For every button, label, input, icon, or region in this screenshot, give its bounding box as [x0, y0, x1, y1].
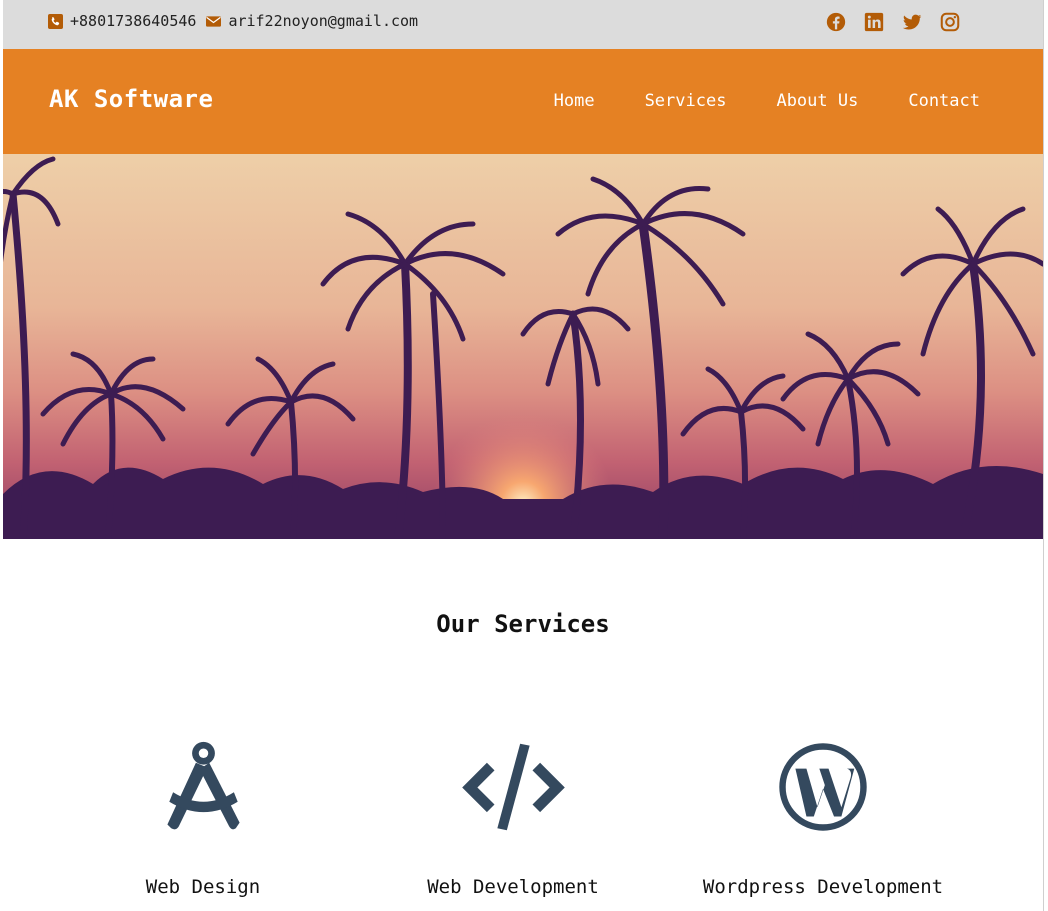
brand-logo[interactable]: AK Software	[49, 85, 213, 113]
nav-contact[interactable]: Contact	[908, 91, 980, 111]
email-contact[interactable]: arif22noyon@gmail.com	[206, 12, 418, 30]
service-card-web-design[interactable]: Web Design	[53, 739, 353, 898]
email-address: arif22noyon@gmail.com	[228, 12, 419, 30]
nav-menu: Home Services About Us Contact	[504, 91, 980, 111]
page: +8801738640546 arif22noyon@gmail.com AK …	[3, 0, 1044, 911]
linkedin-icon[interactable]	[863, 11, 885, 33]
phone-number: +8801738640546	[70, 12, 197, 30]
contact-info: +8801738640546 arif22noyon@gmail.com	[48, 12, 428, 30]
service-card-web-development[interactable]: Web Development	[363, 739, 663, 898]
service-label: Web Development	[427, 876, 599, 898]
phone-contact[interactable]: +8801738640546	[48, 12, 196, 30]
service-card-wordpress-development[interactable]: Wordpress Development	[673, 739, 973, 898]
twitter-icon[interactable]	[901, 11, 923, 33]
hero-banner-image	[3, 154, 1043, 539]
nav-services[interactable]: Services	[645, 91, 727, 111]
section-title: Our Services	[436, 610, 610, 638]
envelope-icon	[206, 15, 222, 27]
code-icon	[363, 739, 663, 834]
phone-icon	[48, 13, 63, 29]
wordpress-icon	[673, 739, 973, 834]
main-navbar: AK Software Home Services About Us Conta…	[3, 49, 1043, 154]
facebook-icon[interactable]	[825, 11, 847, 33]
social-links	[809, 11, 961, 33]
service-label: Web Design	[145, 876, 261, 898]
services-section: Our Services Web Design Web Development …	[3, 539, 1043, 911]
service-label: Wordpress Development	[702, 876, 944, 898]
nav-home[interactable]: Home	[554, 91, 595, 111]
drafting-compass-icon	[53, 739, 353, 834]
top-contact-bar: +8801738640546 arif22noyon@gmail.com	[3, 0, 1043, 49]
instagram-icon[interactable]	[939, 11, 961, 33]
nav-about-us[interactable]: About Us	[776, 91, 858, 111]
